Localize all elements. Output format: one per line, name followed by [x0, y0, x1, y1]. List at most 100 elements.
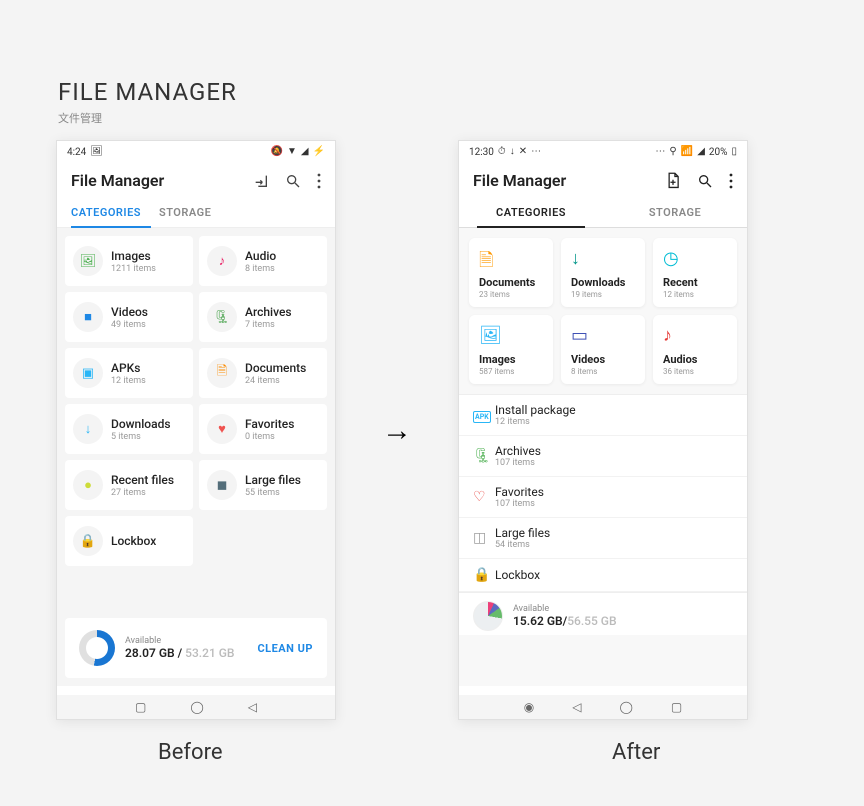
category-card[interactable]: 🗎Documents24 items	[199, 348, 327, 398]
app-title: File Manager	[473, 171, 566, 190]
category-icon: ♪	[207, 246, 237, 276]
category-icon: ♥	[207, 414, 237, 444]
category-icon: ▣	[73, 358, 103, 388]
page-heading: FILE MANAGER 文件管理	[58, 78, 237, 126]
category-card[interactable]: 🖼Images587 items	[469, 315, 553, 384]
category-count: 5 items	[111, 432, 171, 442]
heading-subtitle: 文件管理	[58, 110, 237, 126]
status-time: 12:30	[469, 147, 494, 158]
category-label: Videos	[111, 305, 148, 319]
category-count: 36 items	[663, 367, 727, 376]
storage-used: 15.62 GB	[513, 614, 563, 628]
category-label: Audio	[245, 249, 276, 263]
category-count: 24 items	[245, 376, 306, 386]
category-grid: 🖼Images1211 items♪Audio8 items■Videos49 …	[65, 236, 327, 566]
tabs: CATEGORIES STORAGE	[459, 196, 747, 228]
category-card[interactable]: ↓Downloads5 items	[65, 404, 193, 454]
status-charge-icon: ⚡	[313, 147, 325, 157]
search-icon[interactable]	[697, 173, 713, 189]
search-icon[interactable]	[285, 173, 301, 189]
category-icon: ◼	[207, 470, 237, 500]
nav-recent-icon[interactable]: ▢	[671, 700, 682, 714]
category-label: Lockbox	[111, 534, 156, 548]
addfile-icon[interactable]	[665, 172, 681, 190]
storage-card[interactable]: Available 15.62 GB/56.55 GB	[459, 592, 747, 635]
status-mute-icon: 🔕	[270, 147, 282, 157]
category-icon: ■	[73, 302, 103, 332]
tab-storage[interactable]: STORAGE	[603, 196, 747, 227]
nav-back-icon[interactable]: ◁	[572, 700, 581, 714]
status-signal-icon: ◢	[301, 147, 309, 157]
category-card[interactable]: ♥Favorites0 items	[199, 404, 327, 454]
category-card[interactable]: 🔒Lockbox	[65, 516, 193, 566]
category-card[interactable]: ◼Large files55 items	[199, 460, 327, 510]
row-icon: ◫	[473, 530, 495, 546]
status-wifi-icon: ▼	[287, 147, 297, 157]
tab-categories[interactable]: CATEGORIES	[57, 196, 155, 227]
category-label: Recent files	[111, 473, 174, 487]
row-count: 107 items	[495, 499, 544, 509]
list-item[interactable]: APKInstall package12 items	[459, 395, 747, 436]
label-after: After	[612, 740, 660, 765]
list-item[interactable]: ♡Favorites107 items	[459, 477, 747, 518]
storage-numbers: 28.07 GB / 53.21 GB	[125, 646, 235, 660]
category-label: Videos	[571, 353, 635, 366]
category-card[interactable]: 🖼Images1211 items	[65, 236, 193, 286]
list-item[interactable]: 🔒Lockbox	[459, 559, 747, 592]
category-card[interactable]: 🗎Documents23 items	[469, 238, 553, 307]
category-label: Downloads	[571, 276, 635, 289]
overflow-icon[interactable]	[729, 173, 733, 189]
tabs: CATEGORIES STORAGE	[57, 196, 335, 228]
category-label: Audios	[663, 353, 727, 366]
row-label: Favorites	[495, 485, 544, 499]
storage-total: 53.21 GB	[185, 646, 234, 660]
android-navbar: ▢ ◯ ◁	[57, 695, 335, 719]
category-icon: ◷	[663, 248, 727, 270]
category-card[interactable]: ♪Audio8 items	[199, 236, 327, 286]
status-wifi-icon: 📶	[681, 147, 693, 157]
status-battery-icon: ▯	[731, 147, 737, 157]
storage-donut-icon	[79, 630, 115, 666]
category-count: 23 items	[479, 290, 543, 299]
category-label: Archives	[245, 305, 292, 319]
category-card[interactable]: ◷Recent12 items	[653, 238, 737, 307]
nav-back-icon[interactable]: ◁	[248, 700, 257, 714]
category-count: 55 items	[245, 488, 301, 498]
transfer-icon[interactable]	[253, 173, 269, 189]
phone-before: 4:24 🖼 🔕 ▼ ◢ ⚡ File Manager	[56, 140, 336, 720]
status-key-icon: ⚲	[669, 147, 676, 157]
nav-home-icon[interactable]: ◯	[619, 700, 632, 714]
category-card[interactable]: ▣APKs12 items	[65, 348, 193, 398]
row-label: Archives	[495, 444, 541, 458]
storage-used: 28.07 GB	[125, 646, 175, 660]
category-label: Documents	[479, 276, 543, 289]
cleanup-button[interactable]: CLEAN UP	[257, 642, 313, 655]
category-card[interactable]: ■ Videos49 items	[65, 292, 193, 342]
category-count: 49 items	[111, 320, 148, 330]
list-item[interactable]: 🗜Archives107 items	[459, 436, 747, 477]
status-close-icon: ✕	[519, 147, 527, 157]
row-count: 12 items	[495, 417, 576, 427]
list-item[interactable]: ◫Large files54 items	[459, 518, 747, 559]
category-card[interactable]: 🗜Archives7 items	[199, 292, 327, 342]
nav-home-icon[interactable]: ◯	[190, 700, 203, 714]
row-icon: 🔒	[473, 567, 495, 583]
overflow-icon[interactable]	[317, 173, 321, 189]
category-card[interactable]: ▭Videos8 items	[561, 315, 645, 384]
category-label: Downloads	[111, 417, 171, 431]
status-bar: 12:30 ⏱ ↓ ✕ ⋯ ⋯ ⚲ 📶 ◢ 20% ▯	[459, 141, 747, 163]
status-timer-icon: ⏱	[498, 147, 506, 157]
category-grid: 🗎Documents23 items↓Downloads19 items◷Rec…	[459, 228, 747, 394]
nav-recent-icon[interactable]: ▢	[135, 700, 146, 714]
category-card[interactable]: ●Recent files27 items	[65, 460, 193, 510]
category-icon: 🖼	[479, 325, 543, 347]
category-card[interactable]: ♪Audios36 items	[653, 315, 737, 384]
storage-card[interactable]: Available 28.07 GB / 53.21 GB CLEAN UP	[65, 618, 327, 678]
category-card[interactable]: ↓Downloads19 items	[561, 238, 645, 307]
storage-available-label: Available	[513, 604, 617, 614]
category-count: 587 items	[479, 367, 543, 376]
tab-storage[interactable]: STORAGE	[155, 196, 225, 227]
status-more2-icon: ⋯	[655, 147, 665, 157]
tab-categories[interactable]: CATEGORIES	[459, 196, 603, 227]
nav-target-icon[interactable]: ◉	[524, 700, 534, 714]
